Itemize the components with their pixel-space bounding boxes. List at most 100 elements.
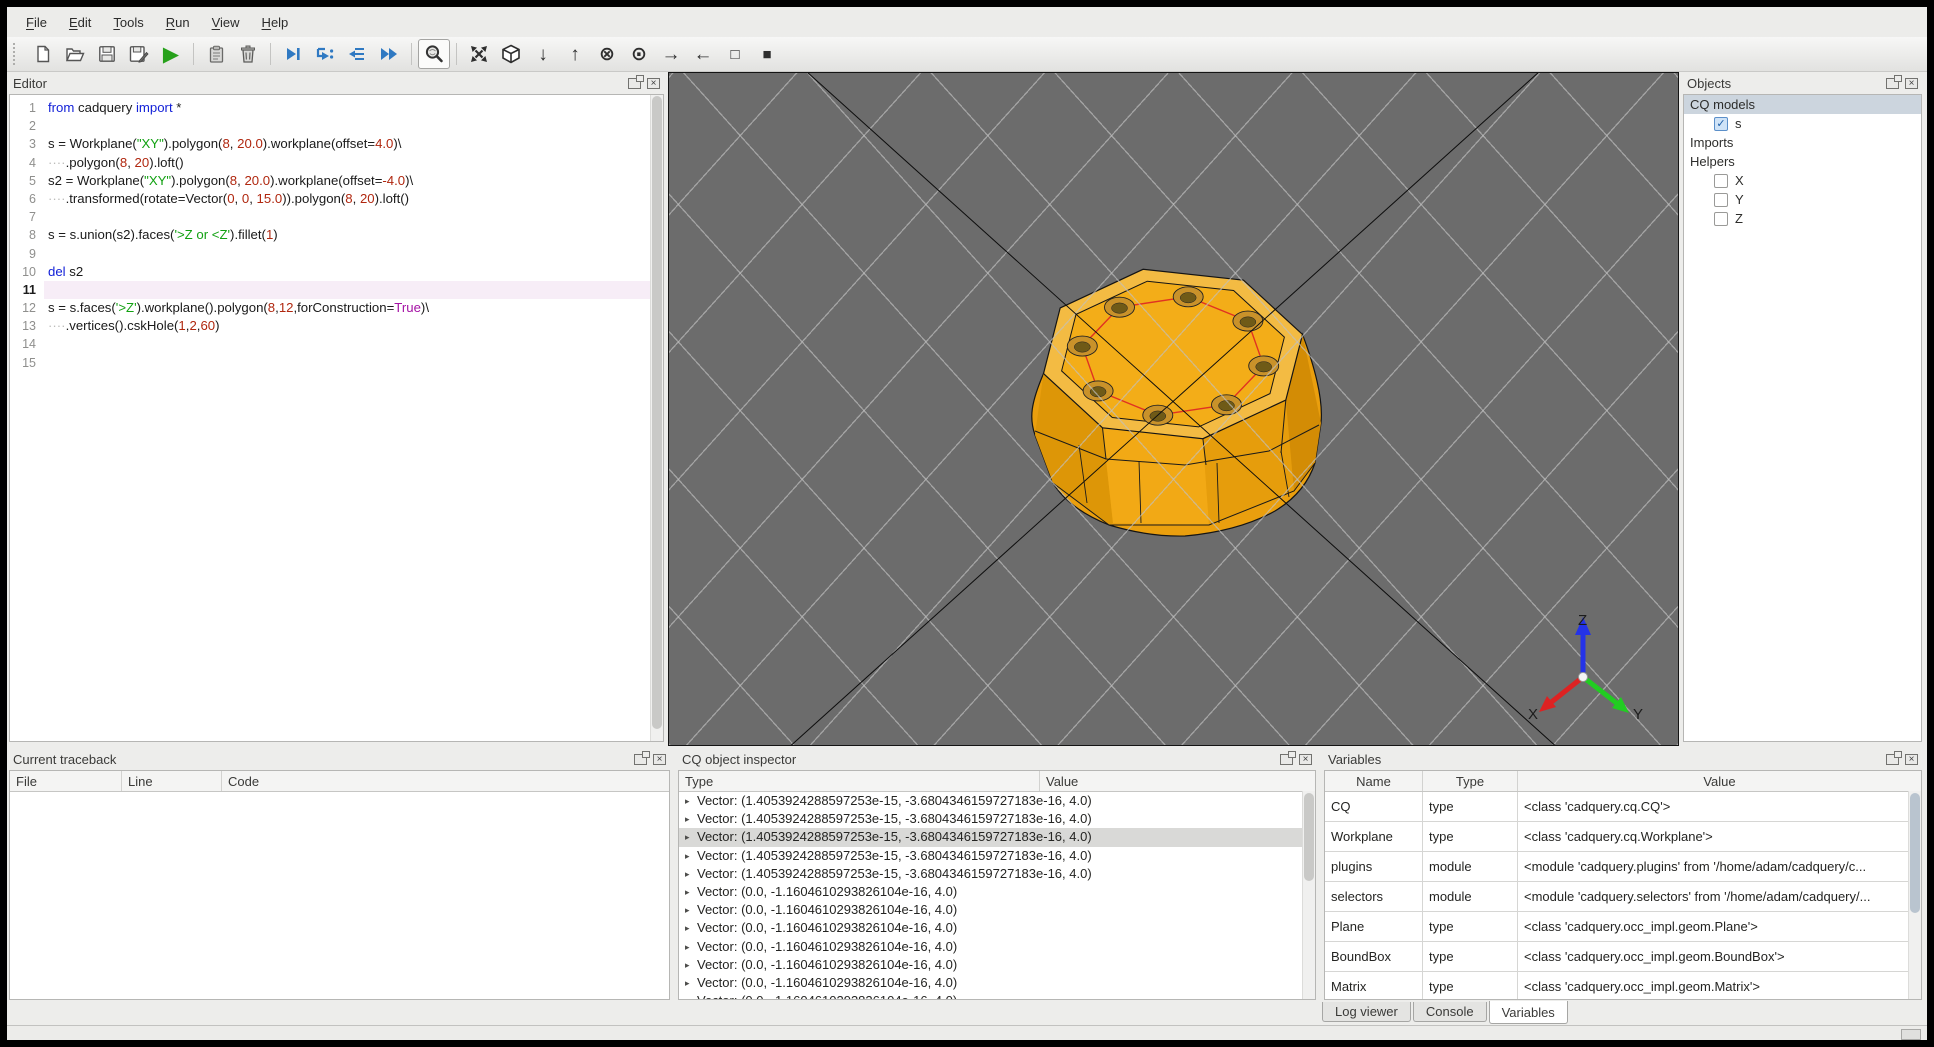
- traceback-col-code[interactable]: Code: [222, 771, 669, 791]
- menu-help[interactable]: Help: [251, 10, 300, 35]
- expand-arrow-icon[interactable]: ▸: [685, 956, 697, 974]
- inspector-col-type[interactable]: Type: [679, 771, 1040, 791]
- tree-item-imports[interactable]: Imports: [1684, 133, 1921, 152]
- checkbox-x[interactable]: [1714, 173, 1728, 188]
- new-file-button[interactable]: [27, 39, 59, 69]
- render-button[interactable]: ▶: [155, 39, 187, 69]
- traceback-close-icon[interactable]: ×: [653, 753, 666, 765]
- inspector-row[interactable]: ▸ Vector: (1.4053924288597253e-15, -3.680…: [679, 828, 1315, 847]
- code-line[interactable]: 9: [10, 245, 663, 263]
- expand-arrow-icon[interactable]: ▸: [685, 992, 697, 999]
- inspector-row[interactable]: ▸ Vector: (1.4053924288597253e-15, -3.680…: [679, 865, 1315, 883]
- tree-item-s[interactable]: ✓ s: [1684, 114, 1921, 133]
- inspector-float-icon[interactable]: [1280, 750, 1296, 765]
- inspector-close-icon[interactable]: ×: [1299, 753, 1312, 765]
- traceback-float-icon[interactable]: [634, 750, 650, 765]
- code-line[interactable]: 4 ····.polygon(8, 20).loft(): [10, 154, 663, 172]
- checkbox-s[interactable]: ✓: [1714, 116, 1728, 131]
- bottom-view-button[interactable]: ↑: [559, 39, 591, 69]
- fit-view-button[interactable]: [418, 39, 450, 69]
- expand-arrow-icon[interactable]: ▸: [685, 974, 697, 992]
- checkbox-z[interactable]: [1714, 211, 1728, 226]
- variables-col-value[interactable]: Value: [1518, 771, 1921, 791]
- clipboard-button[interactable]: [200, 39, 232, 69]
- inspector-row[interactable]: ▸ Vector: (1.4053924288597253e-15, -3.680…: [679, 847, 1315, 865]
- variable-row[interactable]: CQ type <class 'cadquery.cq.CQ'>: [1325, 792, 1921, 822]
- tree-item-x[interactable]: X: [1684, 171, 1921, 190]
- wireframe-button[interactable]: ■: [751, 39, 783, 69]
- variables-close-icon[interactable]: ×: [1905, 753, 1918, 765]
- inspector-row[interactable]: ▸ Vector: (1.4053924288597253e-15, -3.680…: [679, 810, 1315, 828]
- code-line[interactable]: 12 s = s.faces('>Z').workplane().polygon(…: [10, 299, 663, 317]
- step-return-button[interactable]: [341, 39, 373, 69]
- fit-all-button[interactable]: [463, 39, 495, 69]
- tree-item-cq-models[interactable]: CQ models: [1684, 95, 1921, 114]
- variable-row[interactable]: plugins module <module 'cadquery.plugins' …: [1325, 852, 1921, 882]
- expand-arrow-icon[interactable]: ▸: [685, 883, 697, 901]
- code-line[interactable]: 6 ····.transformed(rotate=Vector(0, 0, 15…: [10, 190, 663, 208]
- inspector-scrollbar-thumb[interactable]: [1304, 793, 1314, 881]
- menu-run[interactable]: Run: [155, 10, 201, 35]
- step-in-button[interactable]: [309, 39, 341, 69]
- code-line[interactable]: 11: [10, 280, 663, 300]
- back-view-button[interactable]: ⊙: [623, 39, 655, 69]
- editor-float-icon[interactable]: [628, 74, 644, 89]
- editor-scrollbar-thumb[interactable]: [652, 96, 662, 730]
- continue-button[interactable]: [373, 39, 405, 69]
- code-line[interactable]: 13 ····.vertices().cskHole(1,2,60): [10, 317, 663, 335]
- save-button[interactable]: [91, 39, 123, 69]
- editor-body[interactable]: 1 from cadquery import * 2 3 s = Workplane("…: [9, 94, 664, 742]
- inspector-scrollbar[interactable]: [1302, 791, 1315, 999]
- inspector-row[interactable]: ▸Vector: (0.0, -1.1604610293826104e-16, …: [679, 883, 1315, 901]
- variables-col-type[interactable]: Type: [1423, 771, 1518, 791]
- objects-float-icon[interactable]: [1886, 74, 1902, 89]
- inspector-row[interactable]: ▸Vector: (0.0, -1.1604610293826104e-16, …: [679, 974, 1315, 992]
- right-view-button[interactable]: →: [655, 39, 687, 69]
- tree-item-helpers[interactable]: Helpers: [1684, 152, 1921, 171]
- delete-button[interactable]: [232, 39, 264, 69]
- step-button[interactable]: [277, 39, 309, 69]
- code-line[interactable]: 7: [10, 208, 663, 226]
- menu-file[interactable]: File: [15, 10, 58, 35]
- expand-arrow-icon[interactable]: ▸: [685, 901, 697, 919]
- inspector-row[interactable]: ▸Vector: (0.0, -1.1604610293826104e-16, …: [679, 956, 1315, 974]
- tab-log-viewer[interactable]: Log viewer: [1322, 1002, 1411, 1022]
- inspector-col-value[interactable]: Value: [1040, 771, 1315, 791]
- viewer-3d[interactable]: Z X Y: [668, 72, 1679, 746]
- variables-scrollbar[interactable]: [1908, 791, 1921, 999]
- editor-scrollbar[interactable]: [650, 95, 663, 741]
- tab-variables[interactable]: Variables: [1488, 1001, 1568, 1024]
- code-line[interactable]: 5 s2 = Workplane("XY").polygon(8, 20.0).w…: [10, 172, 663, 190]
- code-line[interactable]: 8 s = s.union(s2).faces('>Z or <Z').fille…: [10, 226, 663, 244]
- variable-row[interactable]: BoundBox type <class 'cadquery.occ_impl.ge…: [1325, 942, 1921, 972]
- save-as-button[interactable]: [123, 39, 155, 69]
- editor-close-icon[interactable]: ×: [647, 77, 660, 89]
- code-line[interactable]: 10 del s2: [10, 263, 663, 281]
- traceback-col-file[interactable]: File: [10, 771, 122, 791]
- tab-console[interactable]: Console: [1412, 1002, 1487, 1022]
- open-file-button[interactable]: [59, 39, 91, 69]
- top-view-button[interactable]: ↓: [527, 39, 559, 69]
- left-view-button[interactable]: ←: [687, 39, 719, 69]
- code-line[interactable]: 14: [10, 335, 663, 353]
- menu-view[interactable]: View: [201, 10, 251, 35]
- variables-col-name[interactable]: Name: [1325, 771, 1423, 791]
- inspector-row[interactable]: ▸Vector: (0.0, -1.1604610293826104e-16, …: [679, 992, 1315, 999]
- variable-row[interactable]: Plane type <class 'cadquery.occ_impl.geom.…: [1325, 912, 1921, 942]
- code-line[interactable]: 3 s = Workplane("XY").polygon(8, 20.0).wo…: [10, 135, 663, 153]
- front-view-button[interactable]: ⊗: [591, 39, 623, 69]
- variable-row[interactable]: Workplane type <class 'cadquery.cq.Workpla…: [1325, 822, 1921, 852]
- expand-arrow-icon[interactable]: ▸: [685, 828, 697, 846]
- inspector-row[interactable]: ▸Vector: (0.0, -1.1604610293826104e-16, …: [679, 919, 1315, 937]
- expand-arrow-icon[interactable]: ▸: [685, 847, 697, 865]
- toolbar-drag-handle[interactable]: [13, 43, 21, 65]
- variable-row[interactable]: Matrix type <class 'cadquery.occ_impl.geom…: [1325, 972, 1921, 999]
- tree-item-y[interactable]: Y: [1684, 190, 1921, 209]
- objects-close-icon[interactable]: ×: [1905, 77, 1918, 89]
- inspector-row[interactable]: ▸Vector: (0.0, -1.1604610293826104e-16, …: [679, 901, 1315, 919]
- code-line[interactable]: 15: [10, 354, 663, 372]
- tree-item-z[interactable]: Z: [1684, 209, 1921, 228]
- variables-scrollbar-thumb[interactable]: [1910, 793, 1920, 913]
- variables-float-icon[interactable]: [1886, 750, 1902, 765]
- expand-arrow-icon[interactable]: ▸: [685, 865, 697, 883]
